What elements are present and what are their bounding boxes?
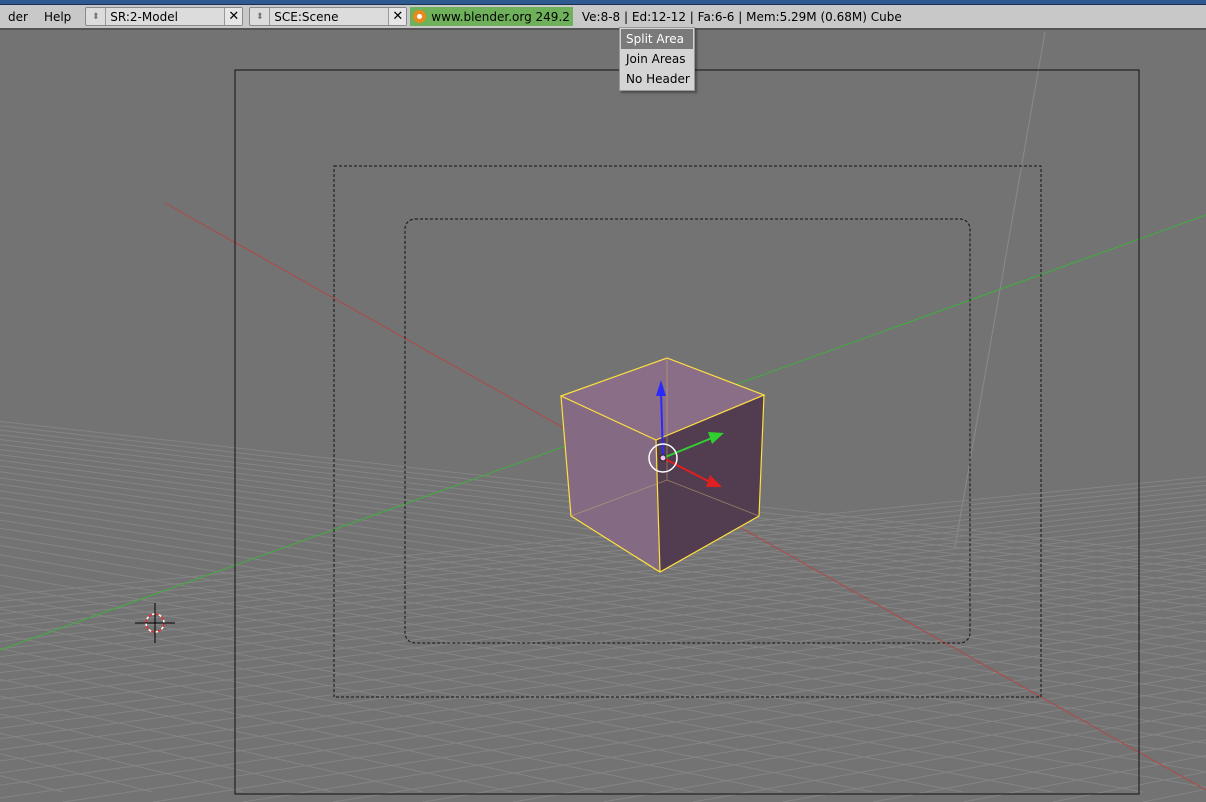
screen-name[interactable]: SR:2-Model	[106, 10, 224, 24]
grid-line	[422, 672, 1206, 802]
close-icon[interactable]: ✕	[388, 8, 407, 25]
updown-arrows-icon[interactable]: ⬍	[250, 8, 271, 25]
scene-stats: Ve:8-8 | Ed:12-12 | Fa:6-6 | Mem:5.29M (…	[581, 9, 902, 24]
menu-item-join-areas[interactable]: Join Areas	[621, 49, 693, 69]
updown-arrows-icon[interactable]: ⬍	[86, 8, 107, 25]
menu-item-split-area[interactable]: Split Area	[621, 29, 693, 49]
menu-item-no-header[interactable]: No Header	[621, 69, 693, 89]
menu-help[interactable]: Help	[36, 10, 79, 24]
grid-line	[0, 678, 514, 793]
grid-line	[0, 775, 64, 793]
3d-viewport[interactable]	[0, 32, 1206, 802]
grid-line	[0, 608, 964, 793]
grid-line	[692, 710, 1206, 802]
area-context-menu: Split Area Join Areas No Header	[619, 27, 695, 91]
menu-render[interactable]: der	[0, 10, 36, 24]
camera-line	[954, 32, 1046, 548]
blender-link[interactable]: www.blender.org 249.2	[410, 7, 573, 26]
close-icon[interactable]: ✕	[224, 8, 243, 25]
version-text[interactable]: www.blender.org 249.2	[431, 10, 570, 24]
grid-line	[0, 596, 1054, 793]
scene-selector[interactable]: ⬍ SCE:Scene ✕	[249, 7, 408, 26]
blender-logo-icon	[413, 10, 427, 23]
screen-selector[interactable]: ⬍ SR:2-Model ✕	[85, 7, 244, 26]
grid-line	[0, 732, 244, 793]
info-header: der Help ⬍ SR:2-Model ✕ ⬍ SCE:Scene ✕ ww…	[0, 5, 1206, 30]
scene-name[interactable]: SCE:Scene	[270, 10, 388, 24]
